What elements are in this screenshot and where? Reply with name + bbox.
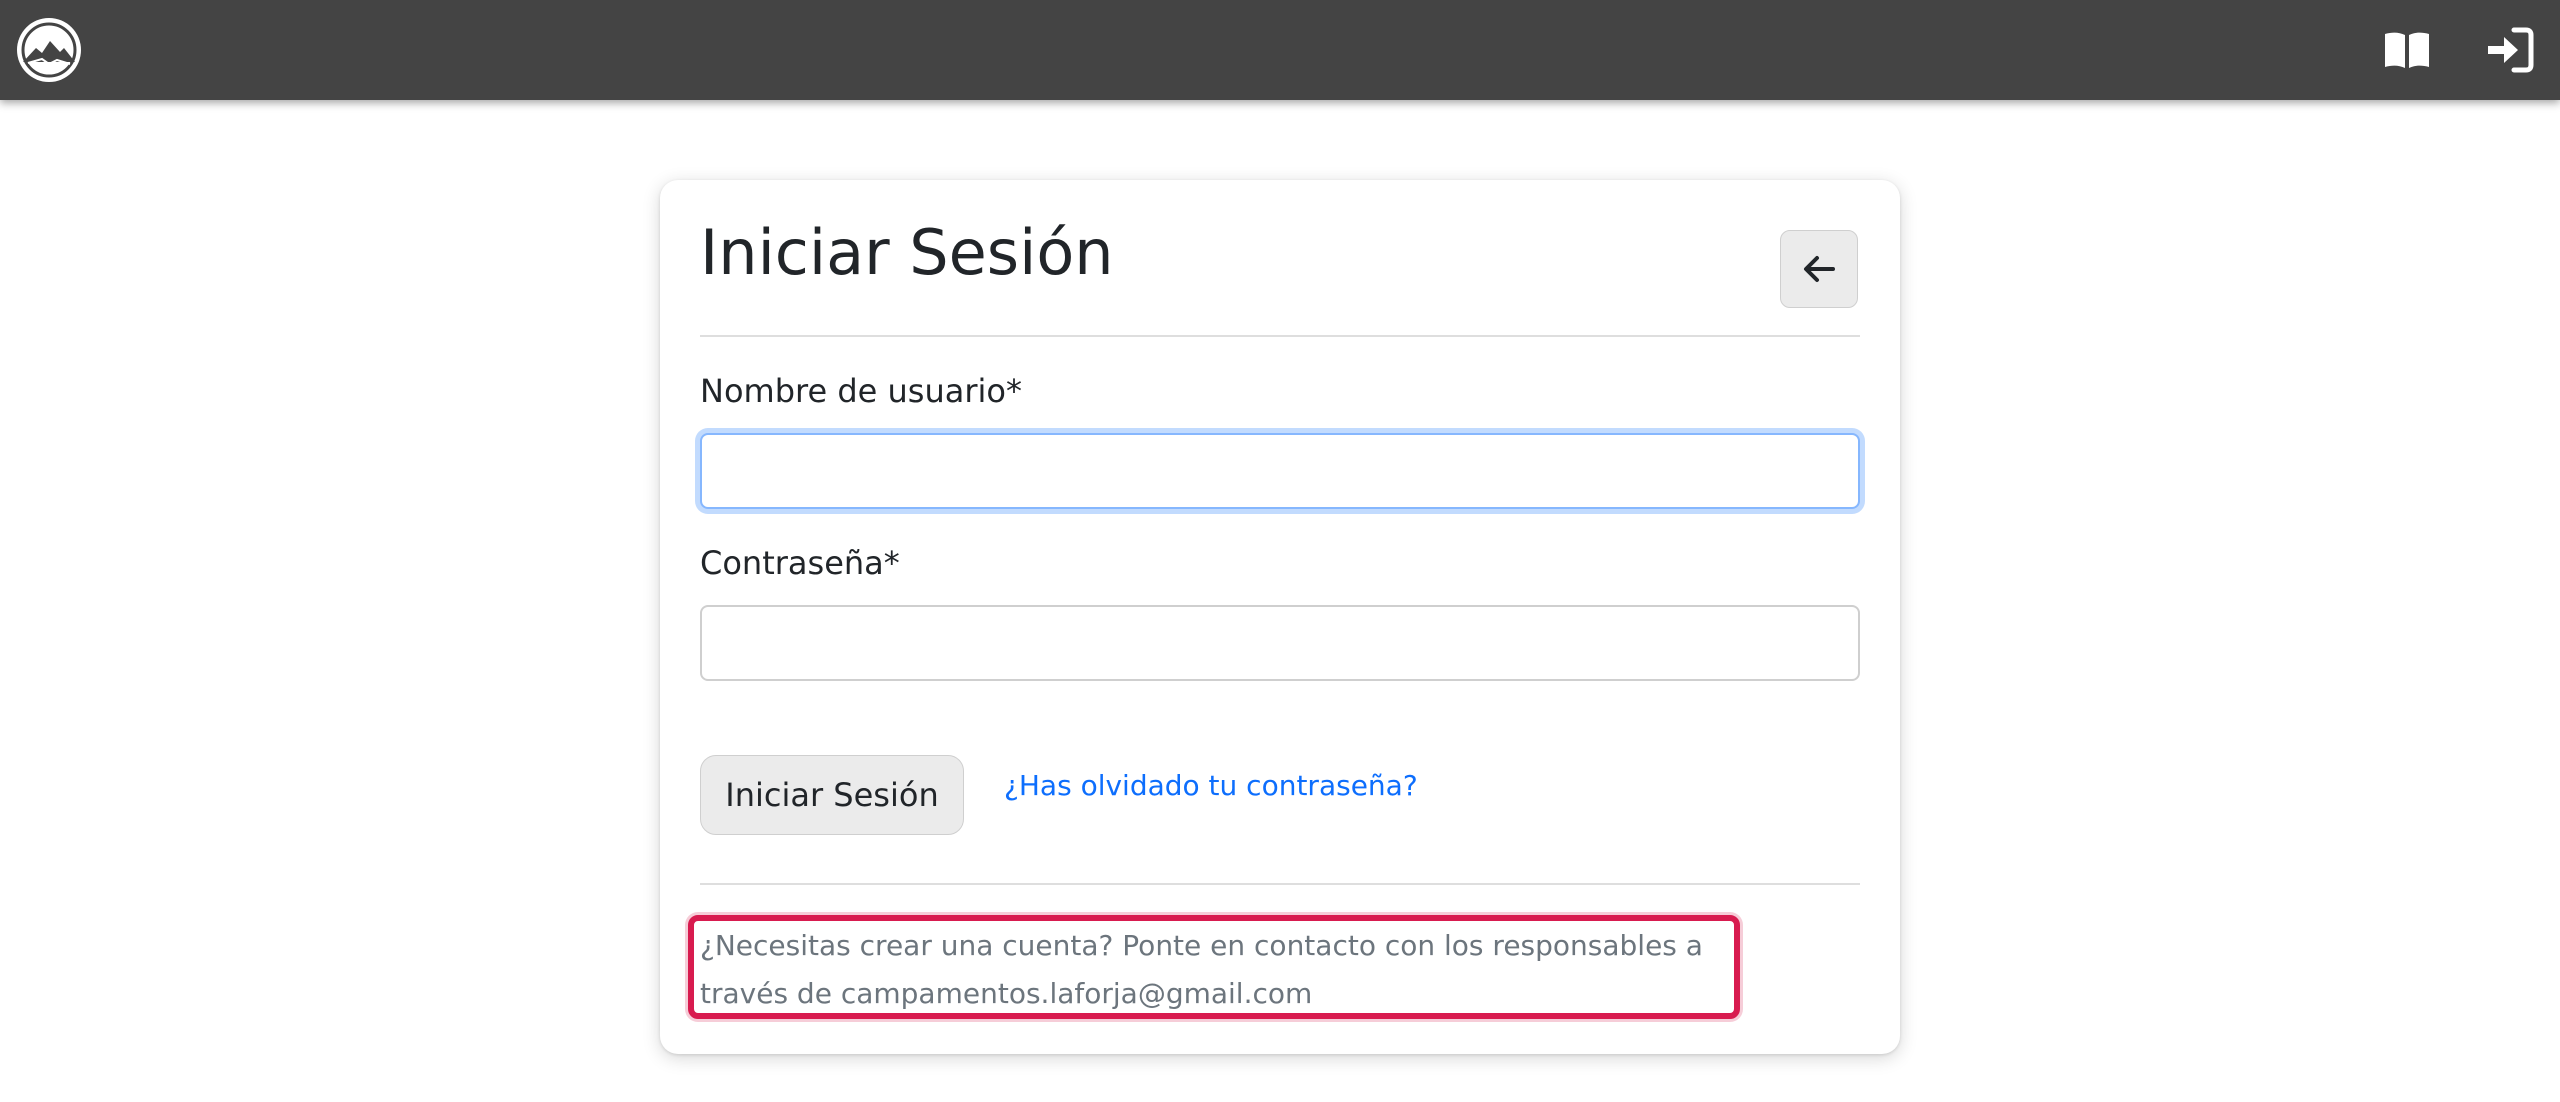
password-input[interactable] bbox=[700, 605, 1860, 681]
password-label: Contraseña* bbox=[700, 544, 900, 582]
login-card: Iniciar Sesión Nombre de usuario* Contra… bbox=[660, 180, 1900, 1054]
book-open-icon[interactable] bbox=[2383, 26, 2431, 74]
sign-in-icon[interactable] bbox=[2486, 26, 2534, 74]
username-input[interactable] bbox=[700, 433, 1860, 509]
mountain-logo-icon[interactable] bbox=[14, 15, 84, 85]
footer-divider bbox=[700, 883, 1860, 885]
top-navbar bbox=[0, 0, 2560, 100]
account-notice-text: ¿Necesitas crear una cuenta? Ponte en co… bbox=[700, 929, 1703, 1010]
username-label: Nombre de usuario* bbox=[700, 372, 1022, 410]
forgot-password-link[interactable]: ¿Has olvidado tu contraseña? bbox=[1004, 769, 1418, 802]
login-submit-button[interactable]: Iniciar Sesión bbox=[700, 755, 964, 835]
title-divider bbox=[700, 335, 1860, 337]
page-title: Iniciar Sesión bbox=[700, 216, 1114, 289]
back-button[interactable] bbox=[1780, 230, 1858, 308]
arrow-left-icon bbox=[1804, 256, 1835, 282]
